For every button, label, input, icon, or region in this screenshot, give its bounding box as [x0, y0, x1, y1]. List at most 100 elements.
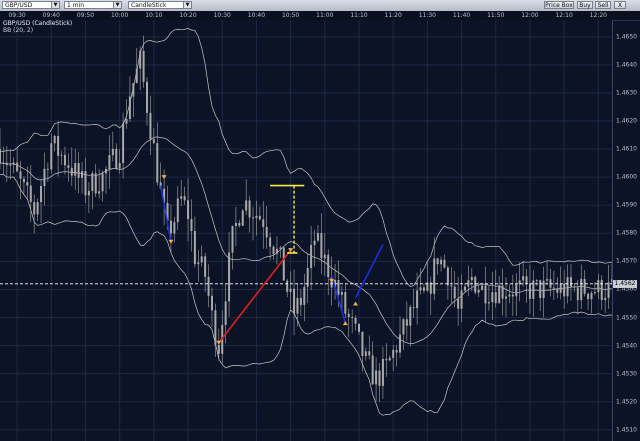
candle-body — [576, 287, 579, 301]
price-tick-label: 1.4570 — [616, 257, 637, 265]
candle-body — [491, 292, 494, 303]
candle-body — [344, 292, 347, 314]
candle-body — [402, 319, 405, 335]
candle-body — [371, 355, 374, 385]
candle-body — [84, 171, 87, 196]
candle-body — [573, 286, 576, 288]
candle-body — [467, 280, 470, 287]
candle-body — [272, 246, 275, 254]
candle-body — [522, 276, 525, 281]
candle-body — [234, 222, 237, 227]
candle-body — [9, 164, 12, 166]
candle-body — [316, 233, 319, 241]
candle-body — [505, 296, 508, 299]
candle-body — [231, 226, 234, 253]
candle-body — [542, 280, 545, 298]
price-tick-label: 1.4640 — [616, 61, 637, 69]
price-tick-label: 1.4550 — [616, 314, 637, 321]
candle-body — [440, 259, 443, 265]
candle-body — [381, 358, 384, 386]
candle-body — [395, 349, 398, 353]
candle-body — [255, 215, 258, 219]
candle-body — [327, 254, 330, 278]
candle-body — [269, 237, 272, 247]
price-tick-label: 1.4540 — [616, 342, 637, 350]
candle-body — [149, 112, 152, 140]
candle-body — [190, 218, 193, 231]
candle-body — [487, 302, 490, 304]
candle-body — [293, 288, 296, 314]
candle-body — [111, 148, 114, 156]
candle-body — [5, 162, 8, 166]
price-axis-divider — [612, 20, 613, 441]
candle-body — [63, 154, 66, 166]
candle-body — [433, 258, 436, 294]
candle-body — [416, 290, 419, 309]
candle-body — [508, 294, 511, 297]
candle-body — [303, 286, 306, 305]
candle-body — [361, 331, 364, 356]
candle-body — [453, 286, 456, 299]
candle-body — [262, 219, 265, 227]
candlestick-chart[interactable] — [0, 0, 640, 441]
candle-body — [265, 226, 268, 238]
price-tick-label: 1.4650 — [616, 33, 637, 41]
candle-body — [357, 323, 360, 332]
candle-body — [104, 168, 107, 174]
candle-body — [40, 185, 43, 203]
candle-body — [16, 162, 19, 172]
candle-body — [299, 297, 302, 305]
candle-body — [463, 286, 466, 291]
candle-body — [12, 162, 15, 165]
candle-body — [320, 233, 323, 259]
candle-body — [528, 283, 531, 299]
candle-body — [50, 143, 53, 170]
candle-body — [460, 290, 463, 309]
candle-body — [552, 287, 555, 289]
candle-body — [593, 292, 596, 294]
candle-body — [313, 240, 316, 245]
candle-body — [118, 163, 121, 169]
candle-body — [597, 279, 600, 293]
candle-body — [193, 230, 196, 265]
price-tick-label: 1.4520 — [616, 398, 637, 406]
candle-body — [494, 292, 497, 304]
candle-body — [248, 200, 251, 218]
candle-body — [409, 307, 412, 326]
candle-body — [275, 248, 278, 254]
candle-body — [286, 280, 289, 292]
candle-body — [217, 344, 220, 354]
candle-body — [26, 182, 29, 186]
candle-body — [296, 297, 299, 314]
candle-body — [200, 256, 203, 263]
candle-body — [53, 135, 56, 144]
candle-body — [539, 280, 542, 298]
candle-body — [173, 222, 176, 234]
current-price-box: 1.4562 — [613, 279, 637, 288]
candle-body — [590, 292, 593, 300]
candle-body — [535, 280, 538, 282]
candle-body — [180, 196, 183, 199]
candle-body — [351, 316, 354, 318]
candle-body — [46, 168, 49, 170]
candle-body — [98, 191, 101, 194]
candle-body — [340, 292, 343, 295]
price-tick-label: 1.4610 — [616, 145, 637, 153]
candle-body — [282, 247, 285, 281]
candle-body — [183, 196, 186, 201]
candle-body — [525, 276, 528, 284]
candle-body — [29, 185, 32, 202]
candle-body — [368, 351, 371, 356]
candle-body — [241, 210, 244, 226]
candle-body — [101, 173, 104, 192]
candle-body — [108, 155, 111, 169]
candle-body — [94, 173, 97, 194]
candle-body — [470, 276, 473, 281]
candle-body — [74, 163, 77, 176]
candle-body — [405, 319, 408, 326]
price-tick-label: 1.4530 — [616, 370, 637, 378]
candle-body — [412, 307, 415, 309]
candle-body — [22, 178, 25, 183]
candle-body — [378, 370, 381, 386]
candle-body — [566, 277, 569, 297]
